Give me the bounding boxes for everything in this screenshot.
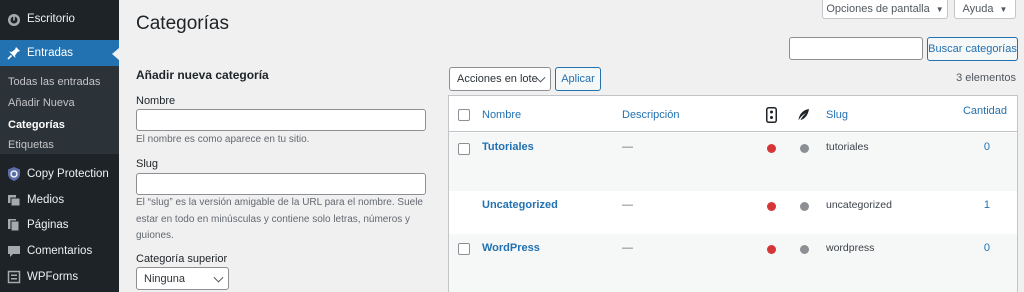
slug-input[interactable] <box>136 173 426 195</box>
forms-icon <box>6 269 22 285</box>
name-input[interactable] <box>136 109 426 131</box>
category-description: — <box>622 199 633 211</box>
slug-help: El “slug” es la versión amigable de la U… <box>136 197 423 241</box>
category-name-link[interactable]: Uncategorized <box>482 199 558 211</box>
category-count-link[interactable]: 0 <box>984 141 990 153</box>
dashboard-icon <box>6 11 22 27</box>
add-category-heading: Añadir nueva categoría <box>136 68 269 82</box>
bulk-actions-select[interactable]: Acciones en lote <box>449 67 551 91</box>
row-checkbox[interactable] <box>458 243 470 255</box>
page-title: Categorías <box>136 13 229 34</box>
sidebar-item-wpforms[interactable]: WPForms <box>0 264 119 290</box>
table-row: Uncategorized — uncategorized 1 <box>449 191 1017 234</box>
parent-category-select[interactable]: Ninguna <box>136 267 229 290</box>
shield-icon <box>6 166 22 182</box>
submenu-etiquetas[interactable]: Etiquetas <box>8 139 54 151</box>
sidebar-item-paginas[interactable]: Páginas <box>0 212 119 238</box>
search-input[interactable] <box>789 37 923 60</box>
feather-icon <box>797 108 810 125</box>
sidebar-item-label: Copy Protection <box>27 168 109 180</box>
category-count-link[interactable]: 1 <box>984 199 990 211</box>
sidebar-item-escritorio[interactable]: Escritorio <box>0 6 119 32</box>
status-dot-red <box>767 144 776 153</box>
comment-icon <box>6 243 22 259</box>
bulk-actions-value: Acciones en lote <box>457 73 538 85</box>
status-column-icon <box>766 107 777 126</box>
apply-button[interactable]: Aplicar <box>555 67 601 91</box>
status-dot-red <box>767 245 776 254</box>
parent-category-value: Ninguna <box>144 272 185 285</box>
status-dot-grey <box>800 245 809 254</box>
status-dot-grey <box>800 202 809 211</box>
sidebar-item-label: Escritorio <box>27 13 75 25</box>
table-header: Nombre Descripción Slug Cantidad <box>449 96 1017 132</box>
slug-label: Slug <box>136 158 159 170</box>
help-label: Ayuda <box>962 3 994 15</box>
category-slug: tutoriales <box>826 141 869 153</box>
submenu-anadir-nueva[interactable]: Añadir Nueva <box>8 97 75 109</box>
status-dot-grey <box>800 144 809 153</box>
category-name-link[interactable]: WordPress <box>482 242 540 254</box>
sidebar-item-medios[interactable]: Medios <box>0 187 119 213</box>
category-name-link[interactable]: Tutoriales <box>482 141 534 153</box>
search-categories-button[interactable]: Buscar categorías <box>927 37 1018 61</box>
column-slug[interactable]: Slug <box>826 109 848 121</box>
table-row: WordPress — wordpress 0 <box>449 234 1017 292</box>
submenu-todas-entradas[interactable]: Todas las entradas <box>8 76 100 88</box>
column-description[interactable]: Descripción <box>622 109 679 121</box>
pages-icon <box>6 217 22 233</box>
sidebar-item-label: Comentarios <box>27 245 93 257</box>
table-row: Tutoriales — tutoriales 0 <box>449 133 1017 191</box>
name-help: El nombre es como aparece en tu sitio. <box>136 134 310 145</box>
sidebar-item-comentarios[interactable]: Comentarios <box>0 238 119 264</box>
categories-table: Nombre Descripción Slug Cantidad Tutoria… <box>448 95 1018 292</box>
row-checkbox[interactable] <box>458 143 470 155</box>
media-icon <box>6 192 22 208</box>
sidebar-item-label: Medios <box>27 194 65 206</box>
sidebar-item-copy-protection[interactable]: Copy Protection <box>0 161 119 187</box>
sidebar-item-label: Entradas <box>27 47 74 59</box>
items-count: 3 elementos <box>956 72 1016 84</box>
category-description: — <box>622 141 633 153</box>
name-label: Nombre <box>136 95 176 107</box>
column-count[interactable]: Cantidad <box>963 105 1007 117</box>
entradas-submenu: Todas las entradas Añadir Nueva Categorí… <box>0 66 119 154</box>
category-slug: uncategorized <box>826 199 892 211</box>
category-description: — <box>622 242 633 254</box>
sidebar-item-label: WPForms <box>27 271 79 283</box>
chevron-down-icon <box>213 272 224 283</box>
caret-down-icon: ▼ <box>999 4 1008 14</box>
admin-sidebar: Escritorio Entradas Todas las entradas A… <box>0 0 119 292</box>
category-count-link[interactable]: 0 <box>984 242 990 254</box>
screen-options-label: Opciones de pantalla <box>826 3 930 15</box>
caret-down-icon: ▼ <box>935 4 944 14</box>
sidebar-item-label: Páginas <box>27 219 69 231</box>
submenu-categorias[interactable]: Categorías <box>8 119 65 131</box>
pin-icon <box>6 45 22 61</box>
select-all-checkbox[interactable] <box>458 109 470 121</box>
status-dot-red <box>767 202 776 211</box>
column-name[interactable]: Nombre <box>482 109 521 121</box>
sidebar-item-entradas[interactable]: Entradas <box>0 40 119 66</box>
screen-options-button[interactable]: Opciones de pantalla ▼ <box>822 0 948 19</box>
parent-category-label: Categoría superior <box>136 253 228 265</box>
category-slug: wordpress <box>826 242 875 254</box>
help-button[interactable]: Ayuda ▼ <box>954 0 1016 19</box>
